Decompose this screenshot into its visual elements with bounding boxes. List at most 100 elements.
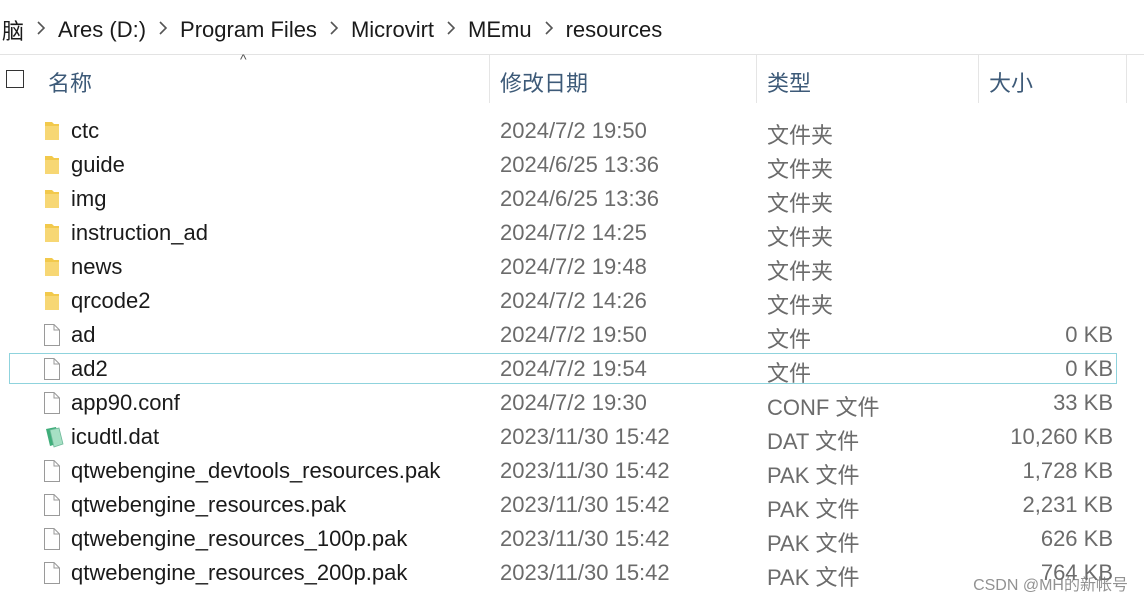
file-type: CONF 文件 (767, 395, 880, 420)
column-divider[interactable] (1126, 55, 1127, 103)
file-row[interactable]: qtwebengine_resources.pak 2023/11/30 15:4… (0, 488, 1144, 522)
file-size: 1,728 KB (1022, 458, 1113, 483)
folder-icon (43, 153, 61, 177)
file-name: instruction_ad (71, 220, 208, 245)
file-size: 33 KB (1053, 390, 1113, 415)
file-modified-date: 2024/7/2 19:50 (500, 118, 647, 143)
file-size: 0 KB (1065, 322, 1113, 347)
folder-icon (43, 221, 61, 245)
file-modified-date: 2024/7/2 19:48 (500, 254, 647, 279)
breadcrumb-item[interactable]: Microvirt (347, 17, 438, 43)
file-modified-date: 2024/6/25 13:36 (500, 152, 660, 177)
folder-icon (43, 119, 61, 143)
file-size: 2,231 KB (1022, 492, 1113, 517)
column-divider[interactable] (978, 55, 979, 103)
file-row[interactable]: img 2024/6/25 13:36 文件夹 (0, 182, 1144, 216)
chevron-right-icon[interactable] (438, 20, 464, 40)
file-name: app90.conf (71, 390, 180, 415)
chevron-right-icon[interactable] (321, 20, 347, 40)
select-all-checkbox[interactable] (6, 70, 24, 88)
file-size: 10,260 KB (1010, 424, 1113, 449)
file-size: 0 KB (1065, 356, 1113, 381)
file-name: guide (71, 152, 125, 177)
breadcrumb-item[interactable]: MEmu (464, 17, 536, 43)
file-type: PAK 文件 (767, 531, 860, 556)
file-list: ctc 2024/7/2 19:50 文件夹 guide 2024/6/25 13:36… (0, 114, 1144, 590)
file-icon (43, 459, 61, 483)
file-row[interactable]: qrcode2 2024/7/2 14:26 文件夹 (0, 284, 1144, 318)
file-row[interactable]: app90.conf 2024/7/2 19:30 CONF 文件 33 KB (0, 386, 1144, 420)
breadcrumb-item[interactable]: Ares (D:) (54, 17, 150, 43)
file-row[interactable]: icudtl.dat 2023/11/30 15:42 DAT 文件 10,260 K… (0, 420, 1144, 454)
file-type: 文件夹 (767, 225, 834, 250)
file-type: PAK 文件 (767, 497, 860, 522)
folder-icon (43, 289, 61, 313)
file-modified-date: 2023/11/30 15:42 (500, 458, 670, 483)
column-divider[interactable] (756, 55, 757, 103)
file-modified-date: 2023/11/30 15:42 (500, 492, 670, 517)
file-name: qtwebengine_resources_100p.pak (71, 526, 408, 551)
file-name: qtwebengine_devtools_resources.pak (71, 458, 441, 483)
column-header-date[interactable]: 修改日期 (500, 66, 588, 98)
file-modified-date: 2024/7/2 19:30 (500, 390, 647, 415)
column-header-size[interactable]: 大小 (989, 66, 1033, 98)
column-header: ^ 名称 修改日期 类型 大小 (0, 51, 1144, 105)
file-modified-date: 2024/6/25 13:36 (500, 186, 660, 211)
file-row[interactable]: news 2024/7/2 19:48 文件夹 (0, 250, 1144, 284)
breadcrumb-item[interactable]: resources (562, 17, 667, 43)
folder-icon (43, 255, 61, 279)
file-row[interactable]: qtwebengine_resources_100p.pak 2023/11/30… (0, 522, 1144, 556)
file-name: ctc (71, 118, 100, 143)
file-modified-date: 2024/7/2 19:54 (500, 356, 647, 381)
file-name: icudtl.dat (71, 424, 160, 449)
file-icon (43, 493, 61, 517)
file-name: ad (71, 322, 96, 347)
file-icon (43, 357, 61, 381)
file-type: 文件夹 (767, 157, 834, 182)
data-file-icon (43, 425, 64, 449)
file-modified-date: 2024/7/2 14:25 (500, 220, 647, 245)
breadcrumb-item[interactable]: 脑 (0, 14, 28, 46)
file-row[interactable]: guide 2024/6/25 13:36 文件夹 (0, 148, 1144, 182)
file-row[interactable]: ad2 2024/7/2 19:54 文件 0 KB (0, 352, 1144, 386)
file-name: img (71, 186, 107, 211)
file-row[interactable]: ad 2024/7/2 19:50 文件 0 KB (0, 318, 1144, 352)
file-modified-date: 2023/11/30 15:42 (500, 560, 670, 585)
file-icon (43, 527, 61, 551)
file-type: PAK 文件 (767, 565, 860, 590)
file-modified-date: 2023/11/30 15:42 (500, 424, 670, 449)
address-bar[interactable]: 脑 Ares (D:) Program Files Microvirt MEmu reso… (0, 0, 1144, 55)
file-icon (43, 391, 61, 415)
chevron-right-icon[interactable] (150, 20, 176, 40)
file-modified-date: 2023/11/30 15:42 (500, 526, 670, 551)
sort-ascending-icon: ^ (240, 51, 247, 67)
file-type: 文件夹 (767, 191, 834, 216)
file-name: qtwebengine_resources_200p.pak (71, 560, 408, 585)
file-name: news (71, 254, 123, 279)
breadcrumb: 脑 Ares (D:) Program Files Microvirt MEmu reso… (0, 14, 666, 46)
file-type: 文件夹 (767, 123, 834, 148)
file-name: qtwebengine_resources.pak (71, 492, 347, 517)
file-type: DAT 文件 (767, 429, 860, 454)
breadcrumb-item[interactable]: Program Files (176, 17, 321, 43)
file-modified-date: 2024/7/2 19:50 (500, 322, 647, 347)
column-header-type[interactable]: 类型 (767, 66, 811, 98)
file-icon (43, 323, 61, 347)
chevron-right-icon[interactable] (28, 20, 54, 40)
file-type: PAK 文件 (767, 463, 860, 488)
file-type: 文件 (767, 361, 812, 386)
file-icon (43, 561, 61, 585)
column-header-name[interactable]: 名称 (48, 66, 92, 98)
chevron-right-icon[interactable] (536, 20, 562, 40)
file-row[interactable]: qtwebengine_devtools_resources.pak 2023/1… (0, 454, 1144, 488)
watermark: CSDN @MH的新帐号 (973, 577, 1128, 594)
column-divider[interactable] (489, 55, 490, 103)
file-size: 626 KB (1040, 526, 1113, 551)
file-row[interactable]: instruction_ad 2024/7/2 14:25 文件夹 (0, 216, 1144, 250)
file-name: ad2 (71, 356, 108, 381)
file-type: 文件 (767, 327, 812, 352)
file-type: 文件夹 (767, 293, 834, 318)
file-row[interactable]: ctc 2024/7/2 19:50 文件夹 (0, 114, 1144, 148)
file-type: 文件夹 (767, 259, 834, 284)
file-explorer-window: 脑 Ares (D:) Program Files Microvirt MEmu reso… (0, 0, 1144, 603)
